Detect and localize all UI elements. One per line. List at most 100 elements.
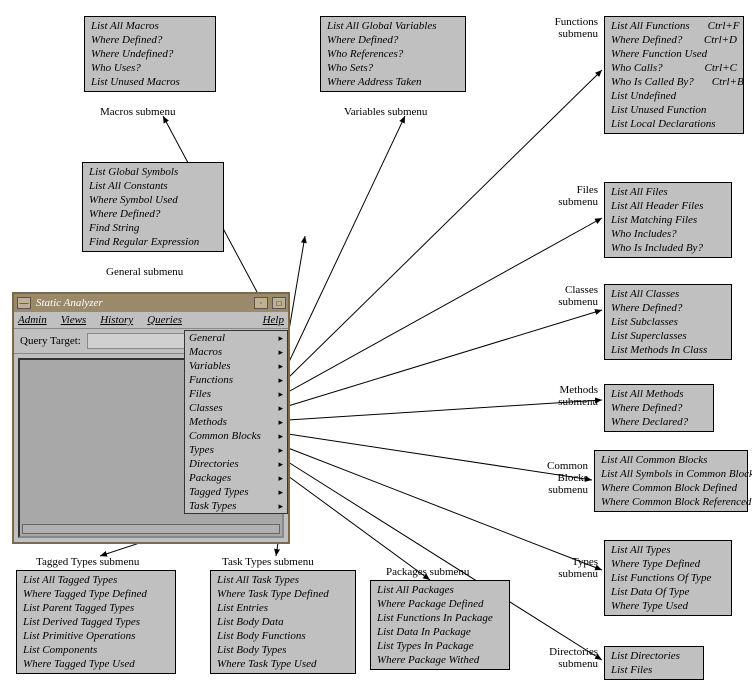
menu-item[interactable]: List Undefined [611,90,676,102]
menu-item[interactable]: Who Includes? [611,228,677,240]
menu-item[interactable]: List All Common Blocks [601,454,707,466]
menu-item[interactable]: List Directories [611,650,680,662]
menu-item[interactable]: Where Package Withed [377,654,479,666]
menu-item[interactable]: List All Symbols in Common Block [601,468,752,480]
menu-item[interactable]: Where Task Type Used [217,658,317,670]
menu-item[interactable]: List Body Types [217,644,286,656]
menu-item[interactable]: List Entries [217,602,268,614]
menu-item[interactable]: List All Files [611,186,668,198]
menu-item[interactable]: Find String [89,222,139,234]
menu-item[interactable]: Where Package Defined [377,598,484,610]
menu-item[interactable]: List All Global Variables [327,20,437,32]
dropdown-item-commonblocks[interactable]: Common Blocks▸ [185,429,287,443]
minimize-icon[interactable]: · [254,297,268,309]
menu-item[interactable]: List Unused Macros [91,76,180,88]
dropdown-item-functions[interactable]: Functions▸ [185,373,287,387]
menu-item[interactable]: List Local Declarations [611,118,716,130]
directories-submenu-box: List Directories List Files [604,646,704,680]
menu-history[interactable]: History [100,314,133,326]
menu-item[interactable]: Where Common Block Referenced [601,496,751,508]
menu-item[interactable]: List All Task Types [217,574,299,586]
packages-submenu-box: List All Packages Where Package Defined … [370,580,510,670]
dropdown-item-types[interactable]: Types▸ [185,443,287,457]
menu-item[interactable]: List Derived Tagged Types [23,616,140,628]
horizontal-scrollbar[interactable] [22,524,280,534]
menu-item[interactable]: List All Tagged Types [23,574,117,586]
menu-item[interactable]: Where Type Used [611,600,688,612]
menu-item[interactable]: Where Function Used [611,48,707,60]
dropdown-item-general[interactable]: General▸ [185,331,287,345]
menu-item[interactable]: List Subclasses [611,316,678,328]
menu-item[interactable]: List Global Symbols [89,166,178,178]
menu-item[interactable]: Where Defined? [327,34,398,46]
dropdown-item-files[interactable]: Files▸ [185,387,287,401]
menu-item[interactable]: List Data In Package [377,626,471,638]
menu-item[interactable]: Where Defined? [611,402,682,414]
dropdown-item-macros[interactable]: Macros▸ [185,345,287,359]
menu-admin[interactable]: Admin [18,314,47,326]
titlebar[interactable]: — Static Analyzer · □ [14,294,288,312]
menu-item[interactable]: Where Defined? [89,208,160,220]
dropdown-item-directories[interactable]: Directories▸ [185,457,287,471]
dropdown-item-methods[interactable]: Methods▸ [185,415,287,429]
dropdown-label: Variables [189,360,231,372]
dropdown-item-classes[interactable]: Classes▸ [185,401,287,415]
menu-item[interactable]: List All Header Files [611,200,703,212]
maximize-icon[interactable]: □ [272,297,286,309]
menu-item[interactable]: List Functions In Package [377,612,493,624]
menu-item[interactable]: List Primitive Operations [23,630,135,642]
menu-item[interactable]: Where Task Type Defined [217,588,329,600]
menu-item[interactable]: Where Undefined? [91,48,173,60]
menu-item[interactable]: List Files [611,664,652,676]
menu-item[interactable]: List All Functions [611,20,690,32]
menu-item[interactable]: List Body Functions [217,630,306,642]
menu-item[interactable]: List Functions Of Type [611,572,711,584]
menu-queries[interactable]: Queries [147,314,182,326]
menu-item[interactable]: Where Type Defined [611,558,700,570]
menu-item[interactable]: List Body Data [217,616,284,628]
dropdown-item-tasktypes[interactable]: Task Types▸ [185,499,287,513]
dropdown-item-taggedtypes[interactable]: Tagged Types▸ [185,485,287,499]
menu-item[interactable]: Where Tagged Type Used [23,658,135,670]
menu-item[interactable]: List Data Of Type [611,586,689,598]
menu-item[interactable]: List Superclasses [611,330,687,342]
dropdown-item-variables[interactable]: Variables▸ [185,359,287,373]
menu-item[interactable]: List Types In Package [377,640,474,652]
queries-dropdown: General▸ Macros▸ Variables▸ Functions▸ F… [184,330,288,514]
menu-item[interactable]: Where Defined? [611,34,682,46]
menu-item[interactable]: Who Calls? [611,62,663,74]
menu-item[interactable]: List All Classes [611,288,679,300]
menu-item[interactable]: List All Methods [611,388,684,400]
menu-item[interactable]: Where Defined? [611,302,682,314]
menu-item[interactable]: List Unused Function [611,104,706,116]
menu-item[interactable]: List All Packages [377,584,454,596]
menu-item[interactable]: List All Constants [89,180,168,192]
menu-item[interactable]: Where Declared? [611,416,688,428]
menu-item[interactable]: Find Regular Expression [89,236,199,248]
chevron-right-icon: ▸ [278,459,283,470]
menu-views[interactable]: Views [61,314,86,326]
menu-help[interactable]: Help [263,314,284,326]
menu-item[interactable]: Where Address Taken [327,76,422,88]
dropdown-item-packages[interactable]: Packages▸ [185,471,287,485]
menu-item[interactable]: List Matching Files [611,214,697,226]
menu-item[interactable]: Who Sets? [327,62,373,74]
menu-item[interactable]: Where Tagged Type Defined [23,588,147,600]
menu-item[interactable]: Who Is Included By? [611,242,703,254]
menu-item[interactable]: List Methods In Class [611,344,707,356]
menu-item[interactable]: Who Is Called By? [611,76,694,88]
menu-item[interactable]: Where Common Block Defined [601,482,737,494]
classes-label: Classes submenu [548,284,598,308]
menu-item[interactable]: Where Symbol Used [89,194,178,206]
menu-item[interactable]: List Components [23,644,97,656]
window-title: Static Analyzer [34,297,252,309]
directories-label: Directories submenu [538,646,598,670]
menu-item[interactable]: Who Uses? [91,62,141,74]
chevron-right-icon: ▸ [278,375,283,386]
menu-item[interactable]: Who References? [327,48,403,60]
window-menu-icon[interactable]: — [17,297,31,309]
menu-item[interactable]: List All Types [611,544,671,556]
menu-item[interactable]: Where Defined? [91,34,162,46]
menu-item[interactable]: List Parent Tagged Types [23,602,134,614]
menu-item[interactable]: List All Macros [91,20,159,32]
